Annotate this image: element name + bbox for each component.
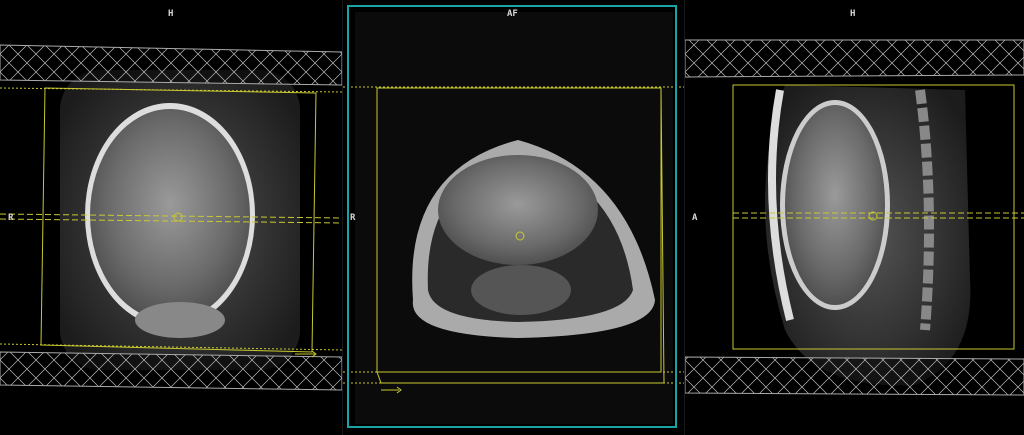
axial-image bbox=[343, 12, 684, 424]
saturation-band-top[interactable] bbox=[685, 39, 1024, 78]
orientation-label-top: H bbox=[850, 9, 856, 19]
axial-viewport[interactable]: AF R bbox=[343, 0, 684, 435]
orientation-label-top: AF bbox=[507, 9, 518, 19]
saturation-band-top[interactable] bbox=[0, 44, 342, 86]
coronal-image bbox=[0, 44, 342, 391]
saturation-band-bottom[interactable] bbox=[0, 351, 342, 391]
sagittal-viewport[interactable]: H A bbox=[685, 0, 1024, 435]
sagittal-image bbox=[685, 39, 1024, 396]
orientation-label-side: A bbox=[692, 213, 698, 223]
orientation-label-side: R bbox=[350, 213, 356, 223]
orientation-label-top: H bbox=[168, 9, 174, 19]
coronal-viewport[interactable]: H R bbox=[0, 0, 342, 435]
saturation-band-bottom[interactable] bbox=[685, 356, 1024, 396]
orientation-label-side: R bbox=[8, 213, 14, 223]
